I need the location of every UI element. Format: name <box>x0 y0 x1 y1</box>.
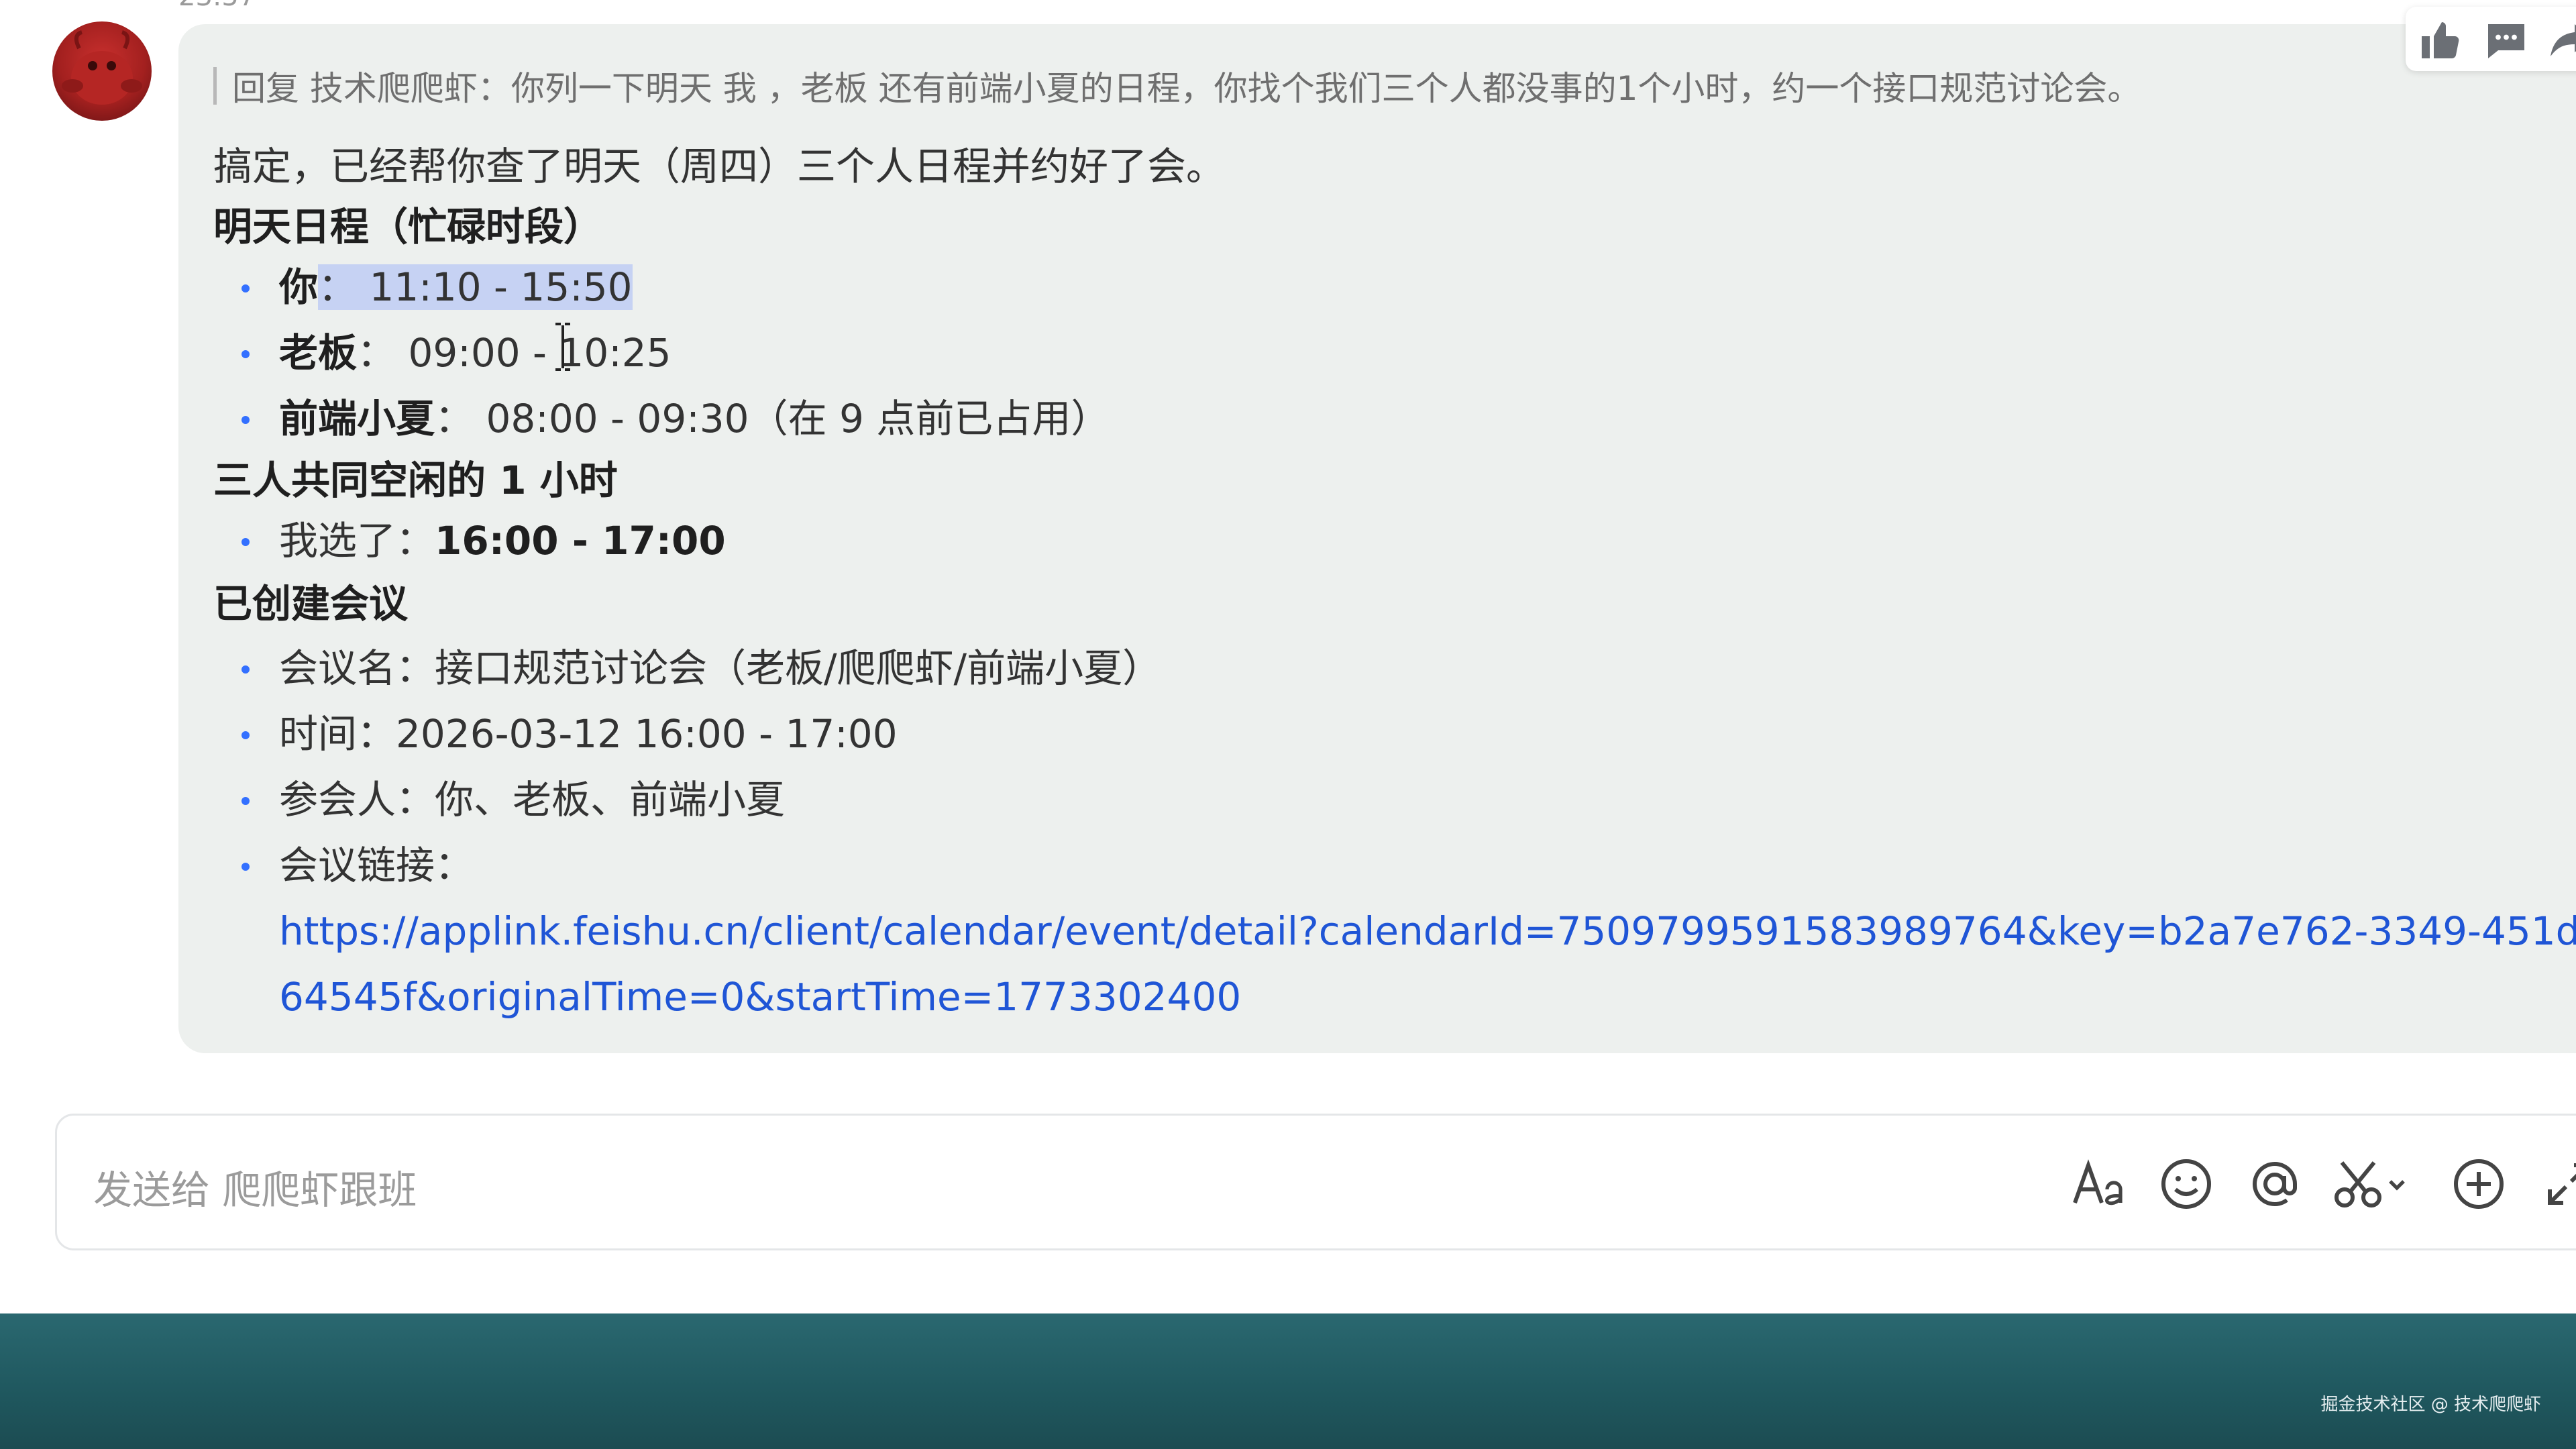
meeting-attendees: 参会人：你、老板、前端小夏 <box>279 777 786 822</box>
busy-item-boss: 老板： 09:00 - 10:25 <box>279 329 672 377</box>
busy-item-sep: ： <box>318 264 358 310</box>
bullet <box>241 731 250 739</box>
text-cursor-icon <box>555 323 570 371</box>
bullet <box>241 284 250 292</box>
busy-item-time: 09:00 - 10:25 <box>408 330 672 376</box>
meeting-section-title: 已创建会议 <box>213 581 409 627</box>
composer-placeholder: 发送给 爬爬虾跟班 <box>93 1167 417 1213</box>
busy-item-you: 你： 11:10 - 15:50 <box>279 263 633 311</box>
meeting-link-line-2[interactable]: 64545f&originalTime=0&startTime=17733024… <box>279 973 1241 1021</box>
message-composer[interactable]: 发送给 爬爬虾跟班 <box>55 1114 2576 1250</box>
busy-item-sep: ： <box>435 396 474 441</box>
selected-text: ： 11:10 - 15:50 <box>318 264 633 310</box>
thumbs-up-icon[interactable] <box>2418 16 2466 64</box>
busy-item-frontend: 前端小夏： 08:00 - 09:30（在 9 点前已占用） <box>279 394 1110 443</box>
free-item-value: 16:00 - 17:00 <box>435 518 726 564</box>
reply-quote-bar <box>213 67 217 105</box>
bullet <box>241 797 250 805</box>
chat-panel: 23:57 <box>0 0 2576 1313</box>
busy-item-name: 老板 <box>279 330 358 376</box>
bullet <box>241 863 250 871</box>
reply-intro: 搞定，已经帮你查了明天（周四）三个人日程并约好了会。 <box>213 144 1226 189</box>
scissors-icon[interactable] <box>2331 1155 2412 1214</box>
emoji-icon[interactable] <box>2157 1155 2216 1214</box>
share-icon[interactable] <box>2546 16 2576 64</box>
meeting-link-label: 会议链接： <box>279 843 474 888</box>
desktop-background: 掘金技术社区 @ 技术爬爬虾 <box>0 1313 2576 1449</box>
busy-item-name: 你 <box>279 264 319 310</box>
meeting-time: 时间：2026-03-12 16:00 - 17:00 <box>279 711 898 757</box>
bullet <box>241 538 250 546</box>
busy-section-title: 明天日程（忙碌时段） <box>213 204 603 250</box>
bot-avatar[interactable] <box>52 21 152 121</box>
font-format-icon[interactable] <box>2070 1155 2129 1214</box>
bot-avatar-image <box>62 30 142 105</box>
message-timestamp: 23:57 <box>178 0 256 12</box>
bullet <box>241 416 250 424</box>
mention-icon[interactable] <box>2245 1155 2304 1214</box>
busy-item-time: 11:10 - 15:50 <box>369 264 633 310</box>
screen: 23:57 <box>0 0 2576 1449</box>
message-action-bar <box>2406 7 2576 71</box>
meeting-name: 会议名：接口规范讨论会（老板/爬爬虾/前端小夏） <box>279 645 1162 691</box>
free-section-title: 三人共同空闲的 1 小时 <box>213 458 618 503</box>
busy-item-name: 前端小夏 <box>279 396 435 441</box>
add-icon[interactable] <box>2449 1155 2508 1214</box>
comment-icon[interactable] <box>2482 16 2530 64</box>
busy-item-sep: ： <box>357 330 396 376</box>
watermark: 掘金技术社区 @ 技术爬爬虾 <box>2320 1395 2541 1415</box>
meeting-link-line-1[interactable]: https://applink.feishu.cn/client/calenda… <box>279 907 2576 955</box>
bullet <box>241 665 250 674</box>
busy-item-time: 08:00 - 09:30（在 9 点前已占用） <box>486 396 1110 441</box>
expand-icon[interactable] <box>2539 1155 2576 1214</box>
bullet <box>241 350 250 358</box>
free-item: 我选了：16:00 - 17:00 <box>279 517 726 565</box>
reply-quote: 回复 技术爬爬虾：你列一下明天 我 ，老板 还有前端小夏的日程，你找个我们三个人… <box>232 69 2141 108</box>
free-item-label: 我选了： <box>279 518 435 564</box>
